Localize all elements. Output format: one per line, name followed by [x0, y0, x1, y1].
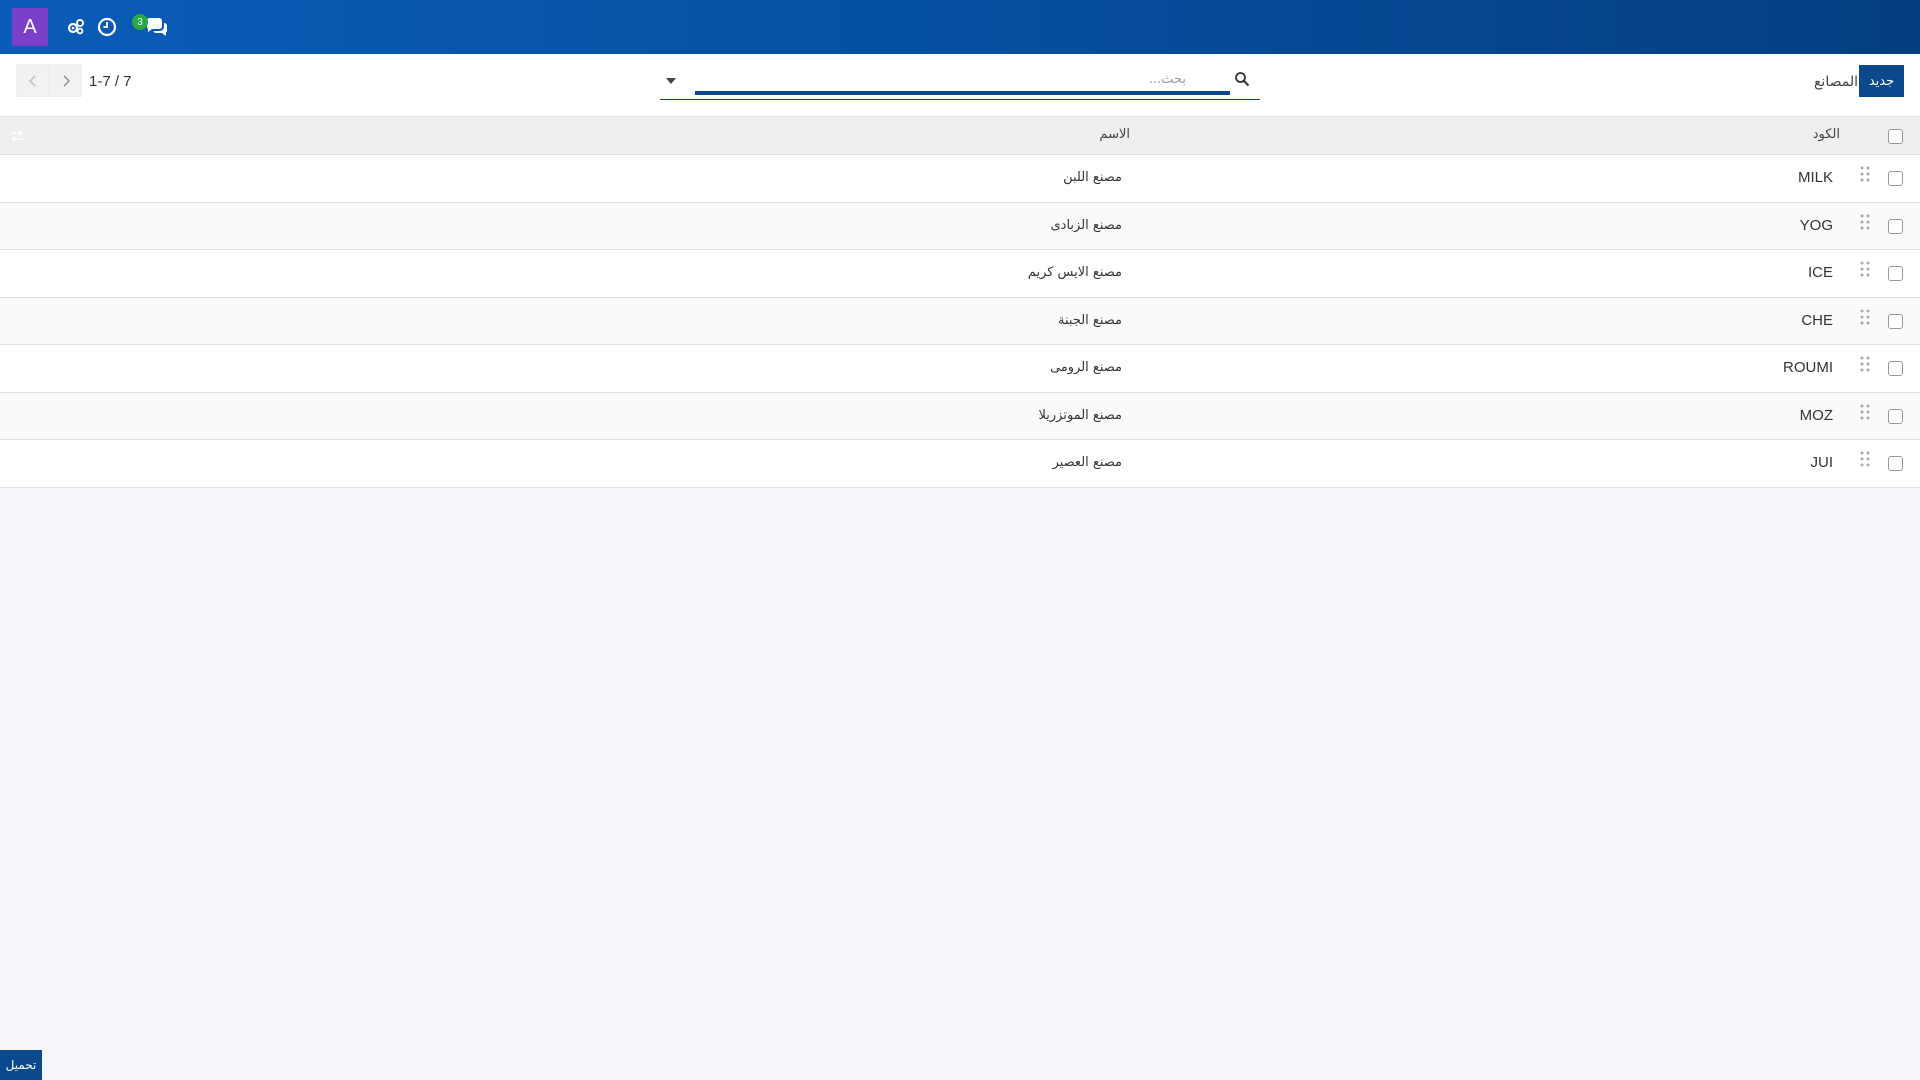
table-header: الكود الاسم [0, 117, 1920, 155]
cell-code: ICE [1807, 264, 1833, 281]
column-options-icon[interactable] [10, 129, 24, 143]
table-row[interactable]: YOG مصنع الزبادى [0, 202, 1920, 250]
chat-icon[interactable] [145, 17, 169, 37]
breadcrumb: المصانع [1813, 74, 1858, 90]
chevron-right-icon [63, 75, 70, 86]
pager-previous-button[interactable] [16, 64, 49, 97]
cell-name: مصنع الايس كريم [1027, 265, 1122, 280]
search-bar [660, 64, 1260, 100]
column-header-name[interactable]: الاسم [1000, 127, 1130, 142]
row-checkbox[interactable] [1888, 456, 1903, 471]
messages-count-badge: 3 [132, 14, 148, 30]
drag-handle-icon[interactable] [1859, 450, 1871, 468]
clock-icon[interactable] [97, 17, 117, 37]
control-panel: جديد المصانع 1-7 / 7 [0, 54, 1920, 117]
cell-code: ROUMI [1783, 359, 1833, 376]
search-input[interactable] [694, 64, 1194, 94]
pager-next-button[interactable] [49, 64, 82, 97]
new-button[interactable]: جديد [1859, 65, 1904, 97]
row-checkbox[interactable] [1888, 361, 1903, 376]
cell-name: مصنع الزبادى [1050, 217, 1123, 233]
cell-name: مصنع العصير [1052, 455, 1122, 470]
drag-handle-icon[interactable] [1859, 260, 1871, 278]
drag-handle-icon[interactable] [1859, 213, 1871, 231]
cell-code: YOG [1799, 216, 1833, 234]
row-checkbox[interactable] [1888, 218, 1903, 234]
drag-handle-icon[interactable] [1859, 355, 1871, 373]
select-all-checkbox[interactable] [1888, 129, 1903, 144]
table-row[interactable]: JUI مصنع العصير [0, 440, 1920, 488]
table-row[interactable]: CHE مصنع الجبنة [0, 297, 1920, 345]
cell-name: مصنع الجبنة [1058, 312, 1122, 328]
drag-handle-icon[interactable] [1859, 165, 1871, 183]
settings-cogs-icon[interactable] [66, 17, 86, 37]
row-checkbox[interactable] [1888, 266, 1903, 281]
table-row[interactable]: MOZ مصنع الموتزريلا [0, 392, 1920, 440]
cell-name: مصنع الرومى [1049, 360, 1122, 375]
cell-code: MILK [1797, 169, 1833, 186]
table-row[interactable]: MILK مصنع اللبن [0, 155, 1920, 203]
table-row[interactable]: ICE مصنع الايس كريم [0, 250, 1920, 298]
cell-code: JUI [1810, 454, 1834, 471]
row-checkbox[interactable] [1888, 408, 1903, 424]
factories-list-table: الكود الاسم MILK مصنع اللبن YOG مصنع الز… [0, 117, 1920, 488]
row-checkbox[interactable] [1888, 171, 1903, 186]
cell-code: CHE [1801, 311, 1833, 329]
search-options-caret-icon[interactable] [665, 76, 677, 86]
load-button[interactable]: تحميل [0, 1050, 42, 1080]
pager-value[interactable]: 1-7 / 7 [89, 70, 132, 94]
user-avatar[interactable]: A [12, 8, 48, 46]
top-navbar: A 3 [0, 0, 1920, 54]
drag-handle-icon[interactable] [1859, 308, 1871, 326]
search-icon [1234, 71, 1250, 87]
drag-handle-icon[interactable] [1859, 403, 1871, 421]
search-focus-underline [695, 91, 1230, 95]
cell-name: مصنع اللبن [1063, 170, 1122, 185]
cell-code: MOZ [1799, 406, 1833, 424]
chevron-left-icon [28, 75, 35, 86]
row-checkbox[interactable] [1888, 313, 1903, 329]
table-row[interactable]: ROUMI مصنع الرومى [0, 345, 1920, 393]
column-header-code[interactable]: الكود [1813, 127, 1840, 142]
cell-name: مصنع الموتزريلا [1038, 407, 1122, 423]
